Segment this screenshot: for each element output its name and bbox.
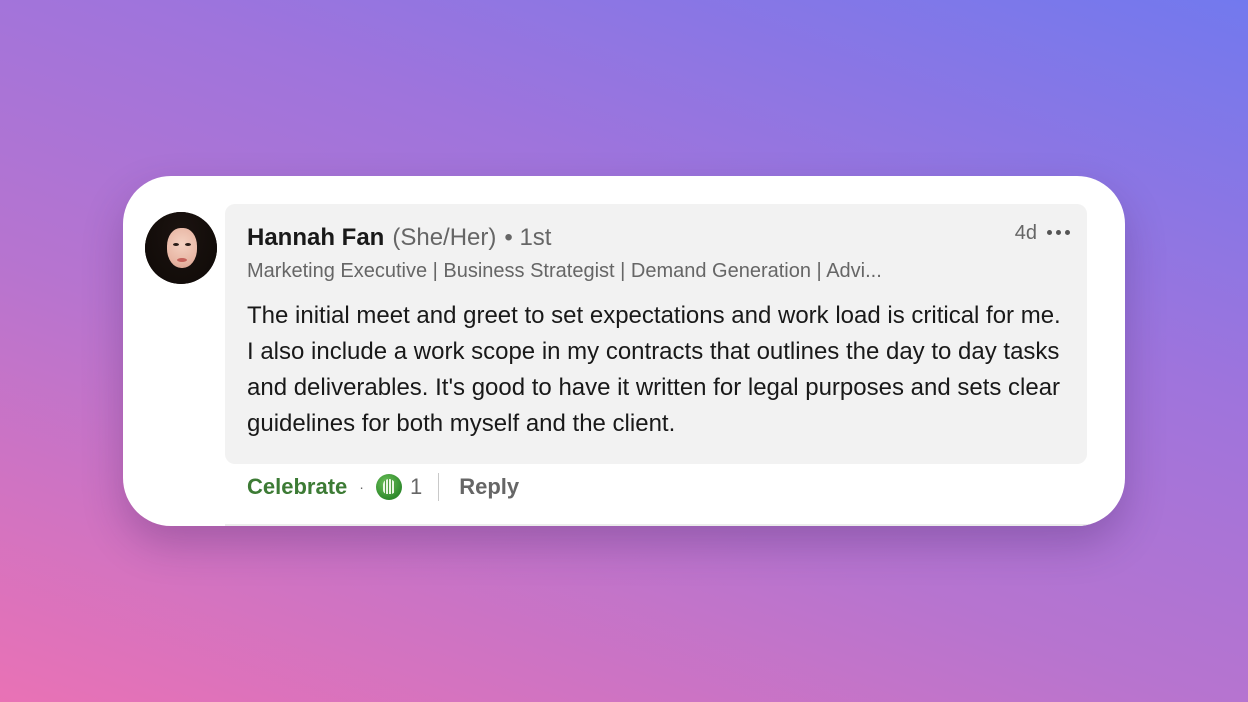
author-pronouns: (She/Her) <box>392 224 497 251</box>
celebrate-reaction-icon[interactable] <box>375 474 402 500</box>
comment-timestamp: 4d <box>1014 222 1037 244</box>
reaction-count[interactable]: 1 <box>410 474 422 500</box>
reply-button[interactable]: Reply <box>459 474 519 500</box>
comment-bubble: Hannah Fan (She/Her) • 1st Marketing Execu… <box>225 204 1087 464</box>
action-separator: · <box>359 479 364 495</box>
dot <box>1064 229 1070 235</box>
comment-actions: Celebrate · 1 Reply <box>247 472 519 502</box>
comment-body: The initial meet and greet to set expect… <box>247 302 1061 437</box>
author-headline: Marketing Executive | Business Strategis… <box>247 260 882 282</box>
dot <box>1055 229 1061 235</box>
comment-card: Hannah Fan (She/Her) • 1st Marketing Execu… <box>123 176 1125 526</box>
more-options-icon[interactable] <box>1043 218 1073 246</box>
celebrate-button[interactable]: Celebrate <box>247 474 347 500</box>
avatar-face <box>167 228 197 268</box>
author-name[interactable]: Hannah Fan <box>247 224 384 251</box>
avatar-eye <box>173 243 179 246</box>
connection-degree: • 1st <box>504 224 552 251</box>
avatar-lips <box>177 258 187 262</box>
divider <box>438 473 440 501</box>
avatar-eye <box>185 243 191 246</box>
clapping-hands-icon <box>382 479 395 494</box>
avatar[interactable] <box>145 212 217 284</box>
thread-divider <box>225 524 1125 526</box>
author-line: Hannah Fan (She/Her) • 1st <box>247 224 551 252</box>
dot <box>1046 229 1052 235</box>
